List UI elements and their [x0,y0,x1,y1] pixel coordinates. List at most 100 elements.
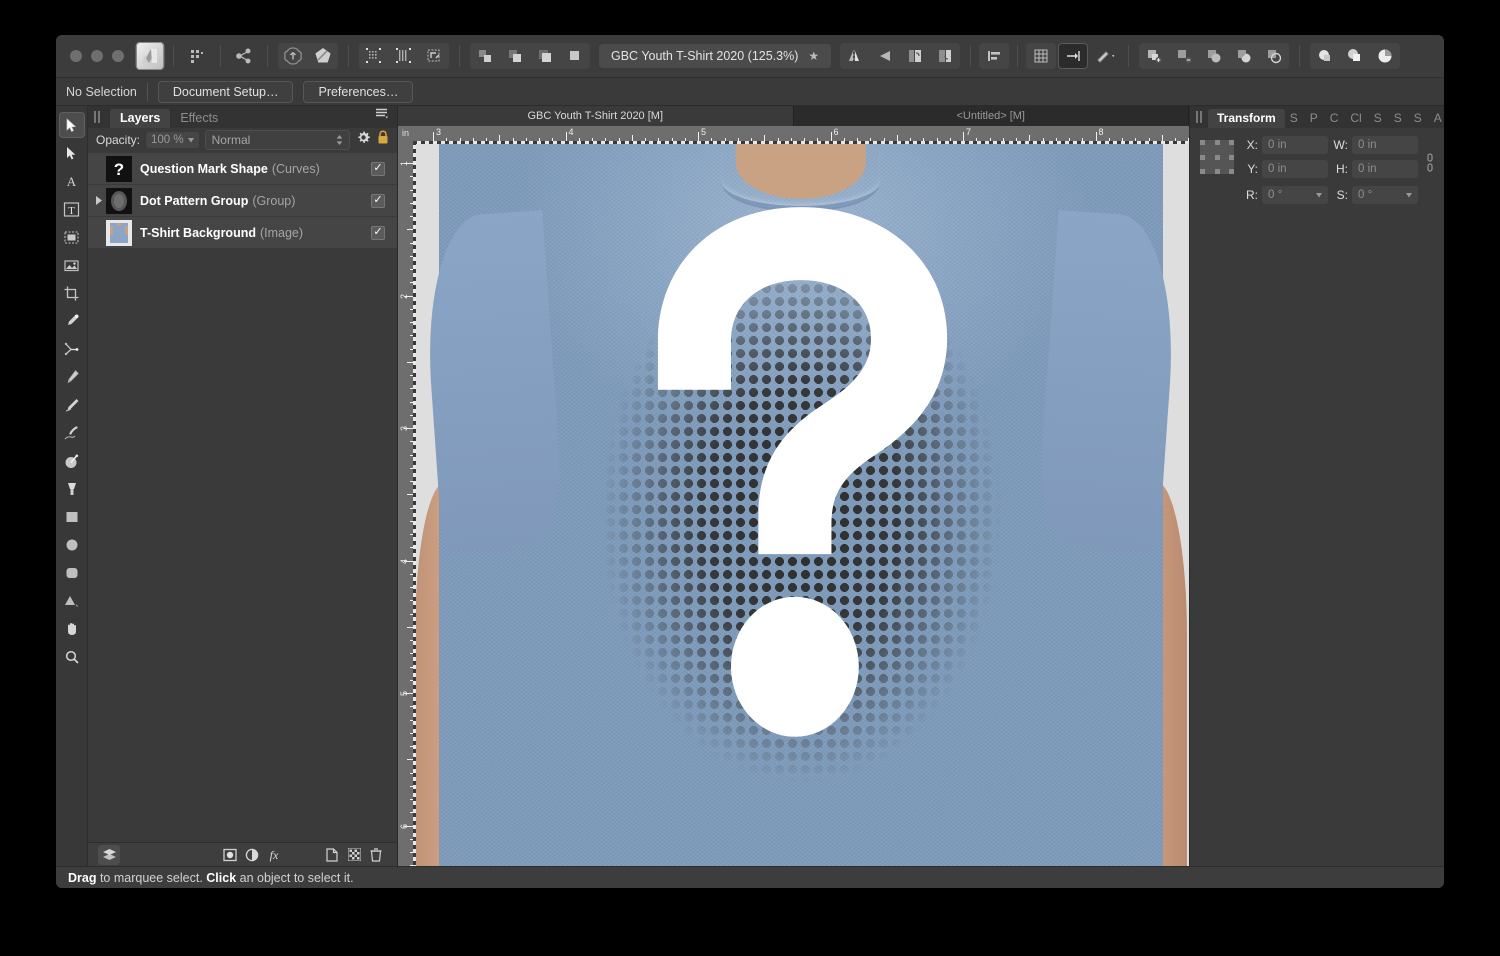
artistic-text-tool-icon[interactable]: A [59,168,85,194]
layer-visibility-checkbox[interactable]: ✓ [371,161,385,176]
layer-visibility-checkbox[interactable]: ✓ [371,225,385,240]
r-field[interactable]: 0 ° [1262,186,1328,204]
grid-snapping-icon[interactable] [1026,43,1057,69]
assistant-manager-icon[interactable] [182,43,212,69]
crop-tool-icon[interactable] [59,280,85,306]
boolean-intersect-icon[interactable] [530,43,560,69]
hand-tool-icon[interactable] [59,616,85,642]
boolean-xor-icon[interactable] [560,43,590,69]
snapping-icon[interactable] [1058,43,1089,69]
place-image-tool-icon[interactable] [59,224,85,250]
develop-persona-icon[interactable] [308,43,338,69]
tab-cl[interactable]: Cl [1345,109,1366,128]
merge-down-icon[interactable] [1310,43,1340,69]
panel-grip-handle[interactable] [94,111,104,125]
zoom-tool-icon[interactable] [59,644,85,670]
s-field[interactable]: 0 ° [1352,186,1418,204]
pencil-tool-icon[interactable] [59,392,85,418]
live-filter-layer-icon[interactable]: fx [263,845,285,865]
tab-p[interactable]: P [1305,109,1323,128]
gear-icon[interactable] [356,130,371,150]
vector-crop-tool-icon[interactable] [59,336,85,362]
refine-selection-icon[interactable] [389,43,419,69]
opacity-input[interactable]: 100 % [146,132,199,148]
node-tool-icon[interactable] [59,140,85,166]
rotate-cw-icon[interactable] [930,43,960,69]
tab-s2[interactable]: S [1369,109,1387,128]
frame-text-tool-icon[interactable]: T [59,196,85,222]
add-pixel-layer-icon[interactable] [321,845,343,865]
tab-effects[interactable]: Effects [170,109,228,128]
hamburger-menu-icon[interactable] [375,106,389,124]
ellipse-tool-icon[interactable] [59,532,85,558]
tab-a[interactable]: A [1429,109,1444,128]
picture-frame-tool-icon[interactable] [59,252,85,278]
transparency-tool-icon[interactable] [59,476,85,502]
tab-s3[interactable]: S [1389,109,1407,128]
tab-c[interactable]: C [1325,109,1344,128]
geometry-subtract-icon[interactable] [1169,43,1199,69]
share-icon[interactable] [229,43,259,69]
lock-icon[interactable] [377,130,389,150]
document-title[interactable]: GBC Youth T-Shirt 2020 (125.3%) ★ [599,44,832,68]
snapping-options-icon[interactable] [1090,43,1120,69]
layers-stack-icon[interactable] [98,844,120,865]
x-field[interactable]: 0 in [1262,136,1328,154]
ruler-tick-label: 5 [701,127,707,137]
close-button[interactable] [70,50,82,62]
transform-anchor-icon[interactable] [1200,140,1234,174]
layer-visibility-checkbox[interactable]: ✓ [371,193,385,208]
pie-split-icon[interactable] [1370,43,1400,69]
pen-tool-icon[interactable] [59,364,85,390]
document-tab-active[interactable]: GBC Youth T-Shirt 2020 [M] [398,106,794,126]
vertical-ruler[interactable]: 1 2 3 4 5 6 [398,141,413,866]
w-field[interactable]: 0 in [1352,136,1418,154]
table-row[interactable]: T-Shirt Background (Image) ✓ [88,217,397,248]
canvas-viewport[interactable] [413,141,1189,866]
triangle-tool-icon[interactable] [59,588,85,614]
y-field[interactable]: 0 in [1262,160,1328,178]
layer-arrange-icon[interactable] [1340,43,1370,69]
h-field[interactable]: 0 in [1352,160,1418,178]
table-row[interactable]: Dot Pattern Group (Group) ✓ [88,185,397,216]
app-logo-button[interactable] [135,42,165,70]
geometry-combine-icon[interactable] [1259,43,1289,69]
tab-layers[interactable]: Layers [110,109,171,128]
tab-s1[interactable]: S [1285,109,1303,128]
geometry-intersect-icon[interactable] [1199,43,1229,69]
geometry-divide-icon[interactable] [1229,43,1259,69]
alignment-icon[interactable] [979,43,1010,69]
rotate-ccw-icon[interactable] [900,43,930,69]
panel-grip-handle[interactable] [1196,111,1202,125]
delete-layer-icon[interactable] [365,845,387,865]
boolean-subtract-icon[interactable] [500,43,530,69]
tab-s4[interactable]: S [1409,109,1427,128]
flip-horizontal-icon[interactable] [840,43,870,69]
selection-transform-icon[interactable] [419,43,449,69]
table-row[interactable]: ? Question Mark Shape (Curves) ✓ [88,153,397,184]
disclosure-triangle-icon[interactable] [92,196,106,205]
fill-tool-icon[interactable] [59,448,85,474]
document-setup-button[interactable]: Document Setup… [157,80,294,103]
rounded-rectangle-tool-icon[interactable] [59,560,85,586]
minimize-button[interactable] [91,50,103,62]
tab-transform[interactable]: Transform [1208,109,1285,128]
boolean-add-icon[interactable] [470,43,500,69]
horizontal-ruler[interactable]: in 345678 [398,126,1189,141]
select-sampled-color-icon[interactable] [359,43,389,69]
flip-vertical-icon[interactable] [870,43,900,69]
add-mask-layer-icon[interactable] [343,845,365,865]
rectangle-tool-icon[interactable] [59,504,85,530]
link-chain-icon[interactable] [1426,152,1436,177]
blend-mode-select[interactable]: Normal [204,130,350,150]
adjustment-layer-icon[interactable] [241,845,263,865]
mask-layer-icon[interactable] [219,845,241,865]
preferences-button[interactable]: Preferences… [303,80,414,103]
geometry-add-icon[interactable] [1139,43,1169,69]
document-tab-untitled[interactable]: <Untitled> [M] [794,106,1189,126]
color-picker-tool-icon[interactable] [59,308,85,334]
move-tool-icon[interactable] [58,112,85,138]
maximize-button[interactable] [112,50,124,62]
vector-brush-tool-icon[interactable] [59,420,85,446]
pixel-persona-icon[interactable] [278,43,308,69]
